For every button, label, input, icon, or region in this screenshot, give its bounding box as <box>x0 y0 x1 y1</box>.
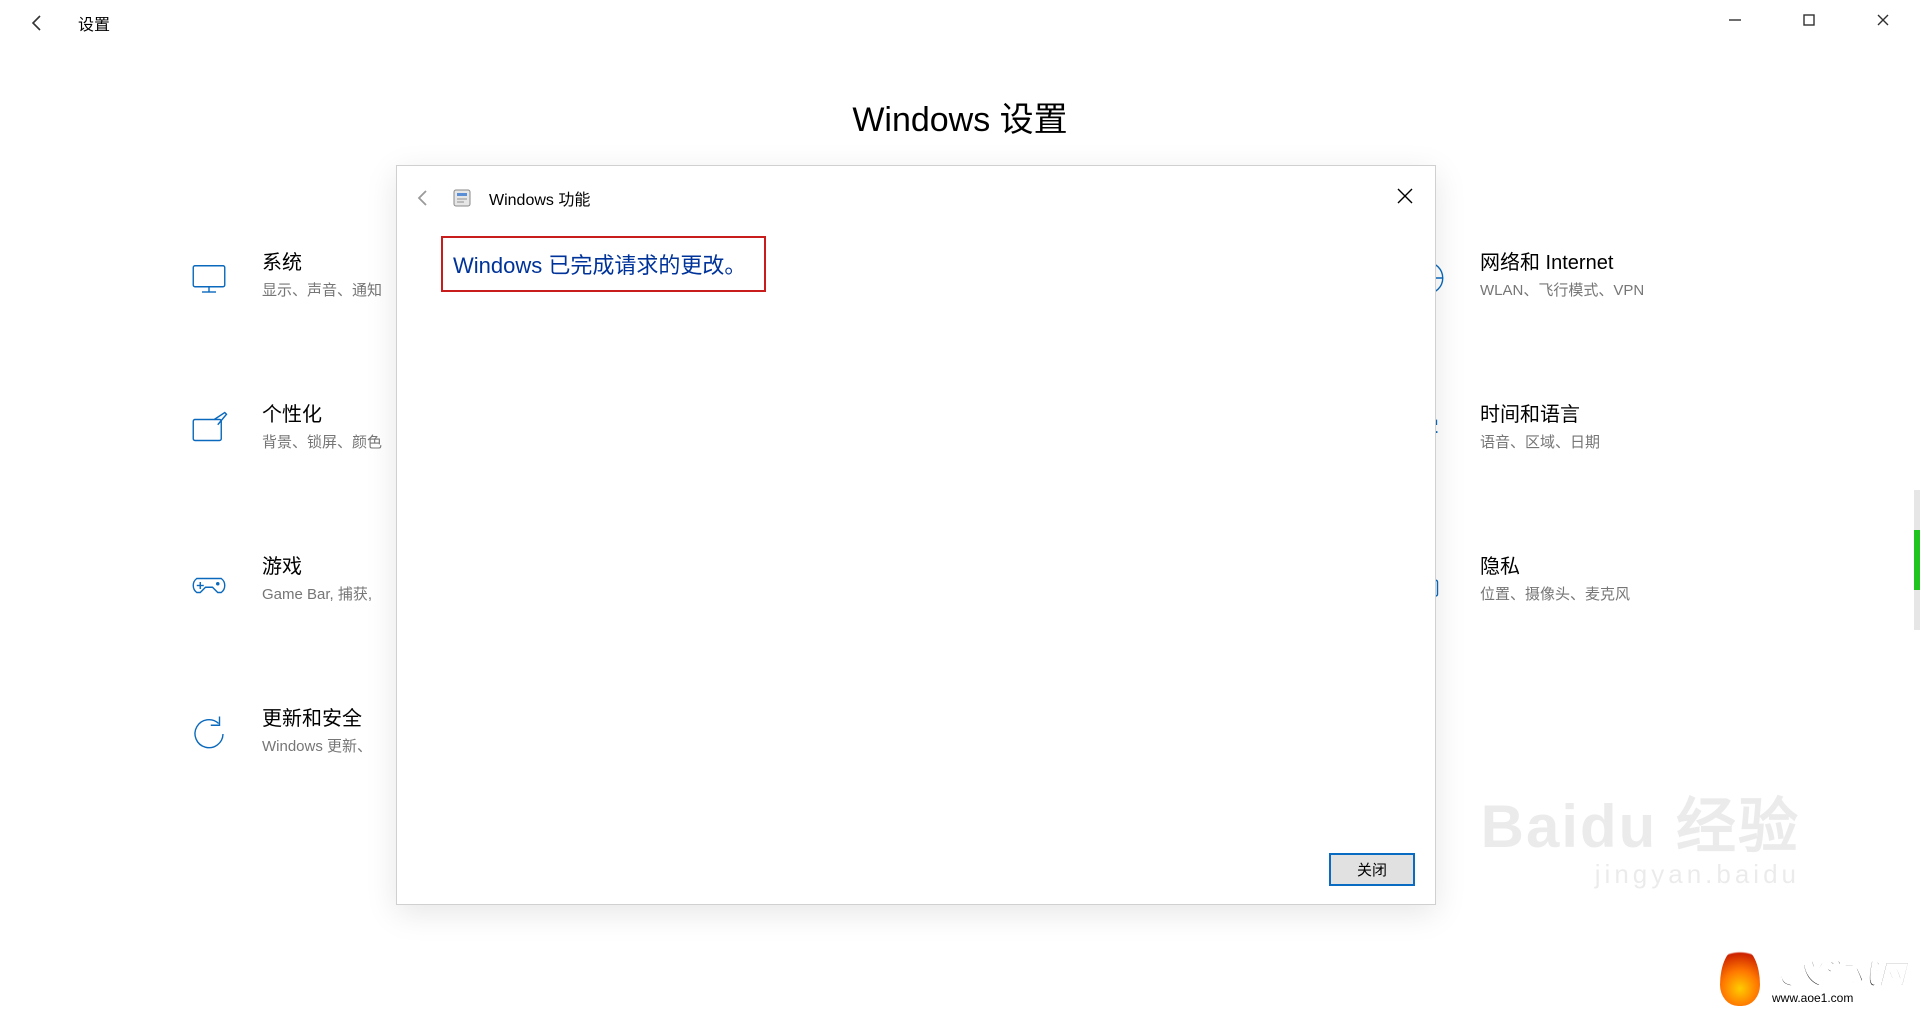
category-subtitle: 语音、区域、日期 <box>1480 431 1600 452</box>
back-icon[interactable] <box>22 8 52 38</box>
page-title: Windows 设置 <box>0 92 1920 141</box>
window-title: 设置 <box>78 11 110 35</box>
windows-features-dialog: Windows 功能 Windows 已完成请求的更改。 关闭 <box>396 165 1436 905</box>
gaming-icon <box>182 555 236 609</box>
watermark-aoe-sub: www.aoe1.com <box>1766 991 1859 1005</box>
watermark-baidu: Baidu 经验 jingyan.baidu <box>1481 778 1800 890</box>
dialog-message-highlight: Windows 已完成请求的更改。 <box>441 236 766 292</box>
category-subtitle: 背景、锁屏、颜色 <box>262 431 382 452</box>
watermark-aoe: 奥义游戏网 www.aoe1.com <box>1720 948 1906 1006</box>
maximize-button[interactable] <box>1772 0 1846 40</box>
category-subtitle: Game Bar, 捕获, <box>262 583 372 604</box>
close-button[interactable] <box>1846 0 1920 40</box>
titlebar: 设置 <box>0 0 1920 46</box>
category-time-language[interactable]: 字 时间和语言 语音、区域、日期 <box>1400 403 1800 457</box>
dialog-title: Windows 功能 <box>489 186 590 210</box>
minimize-button[interactable] <box>1698 0 1772 40</box>
category-title: 网络和 Internet <box>1480 251 1644 275</box>
category-network[interactable]: 网络和 Internet WLAN、飞行模式、VPN <box>1400 251 1800 305</box>
window-controls <box>1698 0 1920 40</box>
settings-window: 设置 Windows 设置 系统 显示、声音、通知 <box>0 0 1920 1020</box>
category-title: 游戏 <box>262 555 372 579</box>
category-subtitle: Windows 更新、 <box>262 735 372 756</box>
flame-icon <box>1720 948 1760 1006</box>
category-subtitle: 显示、声音、通知 <box>262 279 382 300</box>
category-title: 隐私 <box>1480 555 1630 579</box>
dialog-close-button[interactable]: 关闭 <box>1329 853 1415 886</box>
dialog-message: Windows 已完成请求的更改。 <box>453 248 746 280</box>
category-title: 更新和安全 <box>262 707 372 731</box>
update-icon <box>182 707 236 761</box>
category-privacy[interactable]: 隐私 位置、摄像头、麦克风 <box>1400 555 1800 609</box>
dialog-header: Windows 功能 <box>397 166 1435 210</box>
dialog-close-icon[interactable] <box>1385 176 1425 216</box>
dialog-back-icon[interactable] <box>411 186 435 210</box>
category-title: 时间和语言 <box>1480 403 1600 427</box>
watermark-aoe-main: 奥义游戏网 <box>1766 961 1906 989</box>
category-subtitle: 位置、摄像头、麦克风 <box>1480 583 1630 604</box>
windows-features-icon <box>451 187 473 209</box>
watermark-baidu-sub: jingyan.baidu <box>1481 859 1800 890</box>
category-title: 系统 <box>262 251 382 275</box>
personalization-icon <box>182 403 236 457</box>
category-title: 个性化 <box>262 403 382 427</box>
scroll-position-indicator[interactable] <box>1914 530 1920 590</box>
system-icon <box>182 251 236 305</box>
category-subtitle: WLAN、飞行模式、VPN <box>1480 279 1644 300</box>
watermark-baidu-main: Baidu 经验 <box>1481 793 1800 860</box>
dialog-footer: 关闭 <box>1329 853 1415 886</box>
